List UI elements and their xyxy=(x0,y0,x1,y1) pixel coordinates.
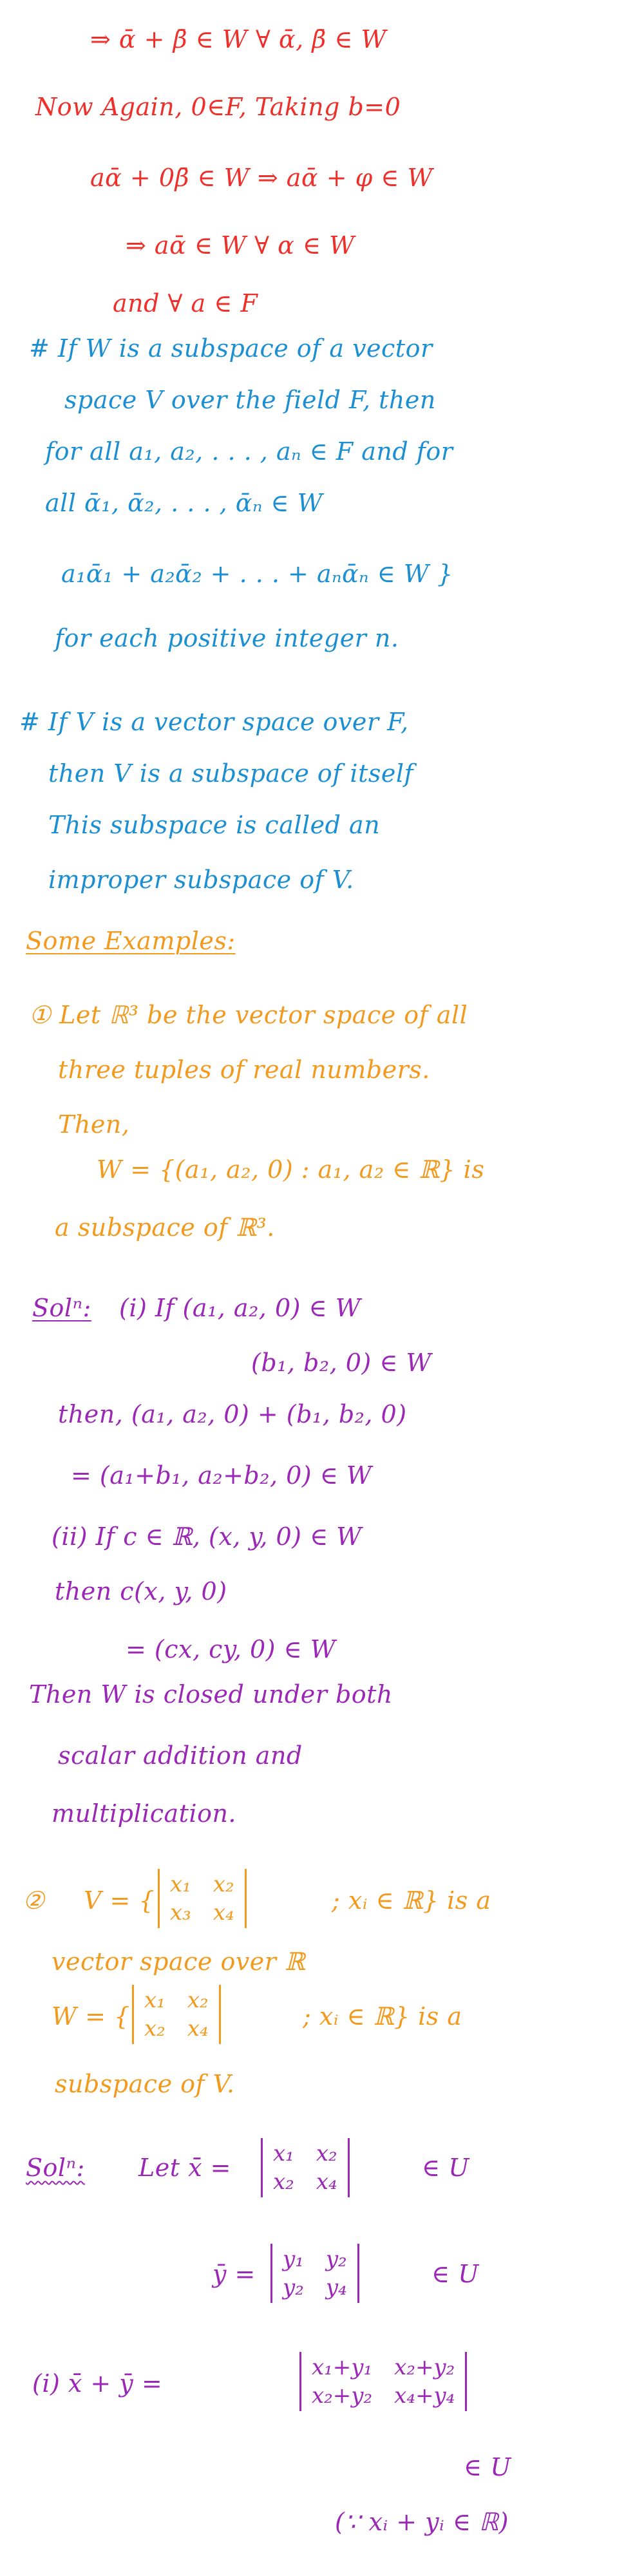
note-line: ⇒ aᾱ ∈ W ∀ α ∈ W xyxy=(126,231,355,260)
note-line: for all a₁, a₂, . . . , aₙ ∈ F and for xyxy=(45,437,453,466)
matrix-V: x₁ x₂ x₃ x₄ xyxy=(158,1869,247,1928)
note-line: Now Again, 0∈F, Taking b=0 xyxy=(35,93,401,121)
matrix-entry: y₂ xyxy=(325,2246,347,2272)
note-line: then V is a subspace of itself xyxy=(48,759,414,788)
solution-label: Solⁿ: xyxy=(26,2154,85,2182)
note-line: Then W is closed under both xyxy=(29,1680,393,1709)
note-line: space V over the field F, then xyxy=(64,386,436,414)
matrix-W: x₁ x₂ x₂ x₄ xyxy=(132,1985,221,2044)
note-line: This subspace is called an xyxy=(48,811,381,839)
note-line: a subspace of ℝ³. xyxy=(55,1213,275,1242)
note-line: then, (a₁, a₂, 0) + (b₁, b₂, 0) xyxy=(58,1400,407,1428)
solution-label: Solⁿ: xyxy=(32,1294,91,1322)
note-line: = (a₁+b₁, a₂+b₂, 0) ∈ W xyxy=(71,1461,372,1490)
note-line: ∈ U xyxy=(431,2260,479,2288)
handwritten-notes-page: ⇒ ᾱ + β̄ ∈ W ∀ ᾱ, β̄ ∈ W Now Again, 0∈F,… xyxy=(0,0,644,2576)
note-line: scalar addition and xyxy=(58,1741,303,1770)
note-line: ∈ U xyxy=(464,2453,511,2481)
note-line: (i) x̄ + ȳ = xyxy=(32,2369,163,2398)
note-line: (b₁, b₂, 0) ∈ W xyxy=(251,1349,432,1377)
note-line: (ii) If c ∈ ℝ, (x, y, 0) ∈ W xyxy=(52,1522,362,1551)
matrix-y: y₁ y₂ y₂ y₄ xyxy=(270,2244,359,2303)
matrix-entry: x₂ xyxy=(187,1987,209,2013)
note-line: ① Let ℝ³ be the vector space of all xyxy=(29,1001,468,1029)
note-line: ; xᵢ ∈ ℝ} is a xyxy=(303,2002,462,2031)
note-line: W = { xyxy=(52,2002,130,2031)
matrix-entry: x₄ xyxy=(316,2169,337,2195)
note-line: vector space over ℝ xyxy=(52,1947,306,1976)
matrix-entry: y₁ xyxy=(283,2246,304,2272)
note-line: ∈ U xyxy=(422,2154,469,2182)
note-line: = (cx, cy, 0) ∈ W xyxy=(126,1635,336,1663)
matrix-entry: x₁ xyxy=(273,2141,294,2166)
note-line: aᾱ + 0β̄ ∈ W ⇒ aᾱ + φ ∈ W xyxy=(90,164,433,192)
matrix-entry: x₂ xyxy=(144,2016,166,2041)
matrix-entry: x₄+y₄ xyxy=(394,2383,455,2409)
note-line: and ∀ a ∈ F xyxy=(113,289,258,317)
note-line: # If W is a subspace of a vector xyxy=(29,334,433,363)
section-heading: Some Examples: xyxy=(26,927,236,955)
matrix-entry: x₄ xyxy=(213,1900,234,1926)
note-line: for each positive integer n. xyxy=(55,624,399,652)
matrix-entry: x₁ xyxy=(170,1871,191,1897)
note-line: Then, xyxy=(58,1110,130,1139)
example-number: ② xyxy=(23,1886,45,1915)
note-line: (i) If (a₁, a₂, 0) ∈ W xyxy=(119,1294,361,1322)
note-line: Let x̄ = xyxy=(138,2154,231,2182)
note-line: then c(x, y, 0) xyxy=(55,1577,227,1605)
matrix-entry: x₂ xyxy=(316,2141,337,2166)
matrix-x: x₁ x₂ x₂ x₄ xyxy=(261,2138,350,2197)
matrix-entry: x₄ xyxy=(187,2016,209,2041)
matrix-entry: x₂+y₂ xyxy=(394,2354,455,2380)
note-line: # If V is a vector space over F, xyxy=(19,708,409,736)
note-line: multiplication. xyxy=(52,1799,237,1828)
note-line: three tuples of real numbers. xyxy=(58,1056,430,1084)
matrix-entry: y₂ xyxy=(283,2275,304,2300)
note-line: ; xᵢ ∈ ℝ} is a xyxy=(332,1886,491,1915)
note-line: improper subspace of V. xyxy=(48,866,354,894)
matrix-entry: x₃ xyxy=(170,1900,191,1926)
note-line: subspace of V. xyxy=(55,2070,235,2098)
note-line: a₁ᾱ₁ + a₂ᾱ₂ + . . . + aₙᾱₙ ∈ W } xyxy=(61,560,453,588)
note-line: (∵ xᵢ + yᵢ ∈ ℝ) xyxy=(335,2508,509,2536)
note-line: W = {(a₁, a₂, 0) : a₁, a₂ ∈ ℝ} is xyxy=(97,1155,485,1184)
matrix-entry: x₁ xyxy=(144,1987,166,2013)
matrix-entry: y₄ xyxy=(325,2275,347,2300)
matrix-entry: x₂ xyxy=(273,2169,294,2195)
note-line: all ᾱ₁, ᾱ₂, . . . , ᾱₙ ∈ W xyxy=(45,489,323,517)
note-line: V = { xyxy=(84,1886,155,1915)
matrix-sum: x₁+y₁ x₂+y₂ x₂+y₂ x₄+y₄ xyxy=(299,2352,468,2411)
note-line: ȳ = xyxy=(213,2260,256,2288)
note-line: ⇒ ᾱ + β̄ ∈ W ∀ ᾱ, β̄ ∈ W xyxy=(90,25,387,53)
matrix-entry: x₂+y₂ xyxy=(312,2383,373,2409)
matrix-entry: x₂ xyxy=(213,1871,234,1897)
matrix-entry: x₁+y₁ xyxy=(312,2354,373,2380)
